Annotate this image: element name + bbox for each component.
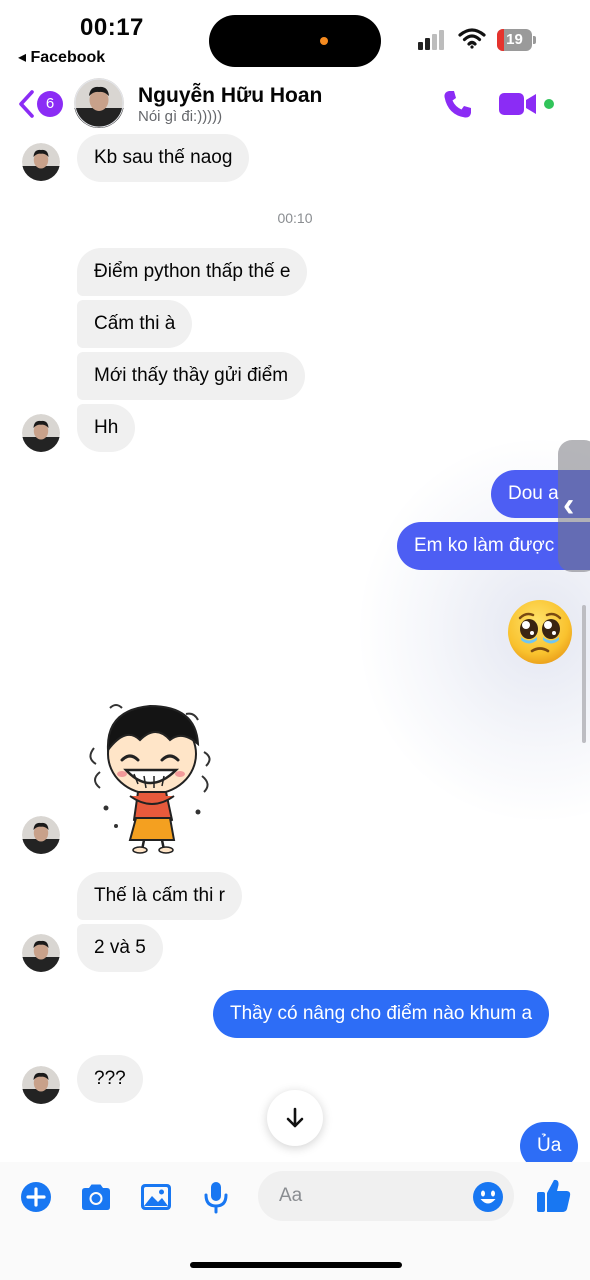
emoji-icon[interactable] [472,1181,504,1213]
gallery-icon[interactable] [138,1179,174,1215]
wifi-icon [458,28,486,49]
incoming-message[interactable]: Cấm thi à [77,300,193,348]
back-chevron-icon [19,90,34,118]
contact-avatar-small[interactable] [22,1066,60,1104]
battery-indicator: 19 [497,29,537,51]
crying-laughing-girl-sticker[interactable] [86,700,220,854]
outgoing-message[interactable]: Thầy có nâng cho điểm nào khum a [213,990,550,1038]
incoming-message[interactable]: Điểm python thấp thế e [77,248,308,296]
incoming-message[interactable]: 2 và 5 [77,924,163,972]
back-button[interactable]: 6 [16,86,64,122]
privacy-indicator-dot [320,37,328,45]
cellular-signal-icon [418,30,448,50]
incoming-message[interactable]: ??? [77,1055,143,1103]
battery-level-text: 19 [506,31,523,48]
plus-icon[interactable] [18,1179,54,1215]
incoming-message[interactable]: Mới thấy thầy gửi điểm [77,352,306,400]
contact-avatar-small[interactable] [22,816,60,854]
online-status-dot [542,97,556,111]
incoming-message[interactable]: Kb sau thế naog [77,134,250,182]
incoming-message[interactable]: Hh [77,404,136,452]
message-timestamp: 00:10 [277,210,313,226]
back-to-facebook-link[interactable]: ◂ Facebook [18,47,105,67]
status-time: 00:17 [80,14,144,41]
unread-count-badge: 6 [37,91,63,117]
contact-name[interactable]: Nguyễn Hữu Hoan [138,84,322,108]
contact-status-note: Nói gì đi:))))) [138,108,223,125]
contact-avatar-small[interactable] [22,414,60,452]
contact-avatar-small[interactable] [22,143,60,181]
microphone-icon[interactable] [198,1179,234,1215]
side-panel-handle[interactable]: ‹ [558,440,590,572]
thumbs-up-icon[interactable] [534,1176,574,1216]
arrow-down-icon [286,1107,304,1128]
home-indicator[interactable] [190,1262,402,1268]
contact-avatar[interactable] [74,78,124,128]
scroll-to-bottom-button[interactable] [267,1090,323,1146]
messenger-chat-screen: 00:17 ◂ Facebook 19 6 Nguyễn Hữu Hoan Nó [0,0,590,1280]
video-camera-icon[interactable] [498,90,538,118]
contact-avatar-small[interactable] [22,934,60,972]
camera-icon[interactable] [78,1179,114,1215]
dynamic-island [209,15,381,67]
incoming-message[interactable]: Thế là cấm thi r [77,872,242,920]
scrollbar[interactable] [582,605,586,743]
chevron-left-icon: ‹ [563,486,575,524]
phone-icon[interactable] [440,86,476,122]
pleading-face-emoji[interactable] [506,598,574,666]
